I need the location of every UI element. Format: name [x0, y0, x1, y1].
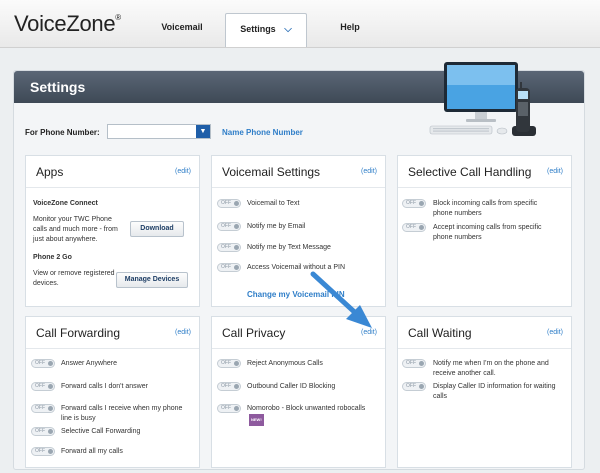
forward-unanswered-toggle[interactable]: OFF: [31, 382, 55, 391]
top-nav-bar: VoiceZone® Voicemail Settings ⌵ Help: [0, 0, 600, 48]
setting-label: Reject Anonymous Calls: [247, 360, 323, 367]
dropdown-arrow-icon[interactable]: ▼: [196, 125, 210, 138]
setting-label: Accept incoming calls from specific phon…: [433, 224, 542, 241]
edit-link[interactable]: (edit): [361, 168, 377, 175]
chevron-down-icon: ⌵: [284, 24, 292, 35]
forward-all-toggle[interactable]: OFF: [31, 447, 55, 456]
page-title: Settings: [30, 79, 86, 95]
download-button[interactable]: Download: [130, 221, 184, 237]
phone2go-desc: View or remove registered devices.: [33, 270, 115, 287]
notify-text-toggle[interactable]: OFF: [217, 243, 241, 252]
setting-label: Display Caller ID information for waitin…: [433, 383, 556, 400]
card-title: Call Forwarding: [36, 326, 121, 340]
nomorobo-toggle[interactable]: OFF: [217, 404, 241, 413]
setting-label: Notify me by Text Message: [247, 244, 331, 251]
setting-label: Forward calls I don't answer: [61, 383, 148, 390]
block-incoming-toggle[interactable]: OFF: [402, 199, 426, 208]
edit-link[interactable]: (edit): [175, 329, 191, 336]
card-header: Apps (edit): [26, 156, 199, 188]
accept-incoming-toggle[interactable]: OFF: [402, 223, 426, 232]
call-forwarding-card: Call Forwarding (edit) OFF Answer Anywhe…: [25, 316, 200, 468]
selective-call-handling-card: Selective Call Handling (edit) OFF Block…: [397, 155, 572, 307]
edit-link[interactable]: (edit): [547, 168, 563, 175]
manage-devices-button[interactable]: Manage Devices: [116, 272, 188, 288]
phone2go-title: Phone 2 Go: [33, 254, 72, 261]
voicezone-logo[interactable]: VoiceZone®: [14, 11, 121, 37]
access-without-pin-toggle[interactable]: OFF: [217, 263, 241, 272]
card-title: Call Waiting: [408, 326, 472, 340]
nav-voicemail[interactable]: Voicemail: [150, 12, 214, 42]
card-title: Call Privacy: [222, 326, 286, 340]
answer-anywhere-toggle[interactable]: OFF: [31, 359, 55, 368]
setting-label: Forward all my calls: [61, 448, 123, 455]
card-title: Selective Call Handling: [408, 165, 532, 179]
change-voicemail-pin-link[interactable]: Change my Voicemail PIN: [247, 290, 345, 299]
selective-forwarding-toggle[interactable]: OFF: [31, 427, 55, 436]
setting-label: Nomorobo - Block unwanted robocalls NEW!: [247, 404, 367, 426]
edit-link[interactable]: (edit): [175, 168, 191, 175]
setting-label: Answer Anywhere: [61, 360, 118, 367]
edit-link[interactable]: (edit): [547, 329, 563, 336]
edit-link[interactable]: (edit): [361, 329, 377, 336]
card-header: Selective Call Handling (edit): [398, 156, 571, 188]
nav-settings-label: Settings: [240, 24, 276, 34]
card-header: Call Forwarding (edit): [26, 317, 199, 349]
setting-label: Voicemail to Text: [247, 200, 300, 207]
logo-text: VoiceZone: [14, 11, 116, 36]
name-phone-number-link[interactable]: Name Phone Number: [222, 128, 303, 137]
card-title: Voicemail Settings: [222, 165, 321, 179]
setting-label: Notify me when I'm on the phone and rece…: [433, 360, 549, 377]
voicemail-to-text-toggle[interactable]: OFF: [217, 199, 241, 208]
nomorobo-label: Nomorobo - Block unwanted robocalls: [247, 405, 366, 412]
setting-label: Outbound Caller ID Blocking: [247, 383, 336, 390]
display-caller-id-toggle[interactable]: OFF: [402, 382, 426, 391]
setting-label: Notify me by Email: [247, 223, 306, 230]
setting-label: Block incoming calls from specific phone…: [433, 200, 538, 217]
call-waiting-card: Call Waiting (edit) OFF Notify me when I…: [397, 316, 572, 468]
setting-label: Selective Call Forwarding: [61, 428, 141, 435]
new-badge: NEW!: [249, 414, 264, 426]
caller-id-blocking-toggle[interactable]: OFF: [217, 382, 241, 391]
forward-busy-toggle[interactable]: OFF: [31, 404, 55, 413]
reject-anonymous-toggle[interactable]: OFF: [217, 359, 241, 368]
computer-phone-illustration: [429, 62, 536, 136]
setting-label: Forward calls I receive when my phone li…: [61, 405, 183, 422]
card-title: Apps: [36, 165, 64, 179]
phone-number-select[interactable]: ▼: [107, 124, 211, 139]
notify-call-waiting-toggle[interactable]: OFF: [402, 359, 426, 368]
setting-label: Access Voicemail without a PIN: [247, 264, 346, 271]
card-header: Call Privacy (edit): [212, 317, 385, 349]
phone-number-label: For Phone Number:: [25, 128, 100, 137]
voicezone-connect-desc: Monitor your TWC Phone calls and much mo…: [33, 216, 118, 243]
card-header: Call Waiting (edit): [398, 317, 571, 349]
call-privacy-card: Call Privacy (edit) OFF Reject Anonymous…: [211, 316, 386, 468]
notify-email-toggle[interactable]: OFF: [217, 222, 241, 231]
nav-help[interactable]: Help: [330, 12, 370, 42]
nav-settings[interactable]: Settings ⌵: [225, 13, 307, 47]
registered-mark: ®: [115, 13, 121, 22]
voicemail-settings-card: Voicemail Settings (edit) OFF Voicemail …: [211, 155, 386, 307]
card-header: Voicemail Settings (edit): [212, 156, 385, 188]
apps-card: Apps (edit) VoiceZone Connect Monitor yo…: [25, 155, 200, 307]
voicezone-connect-title: VoiceZone Connect: [33, 200, 98, 207]
